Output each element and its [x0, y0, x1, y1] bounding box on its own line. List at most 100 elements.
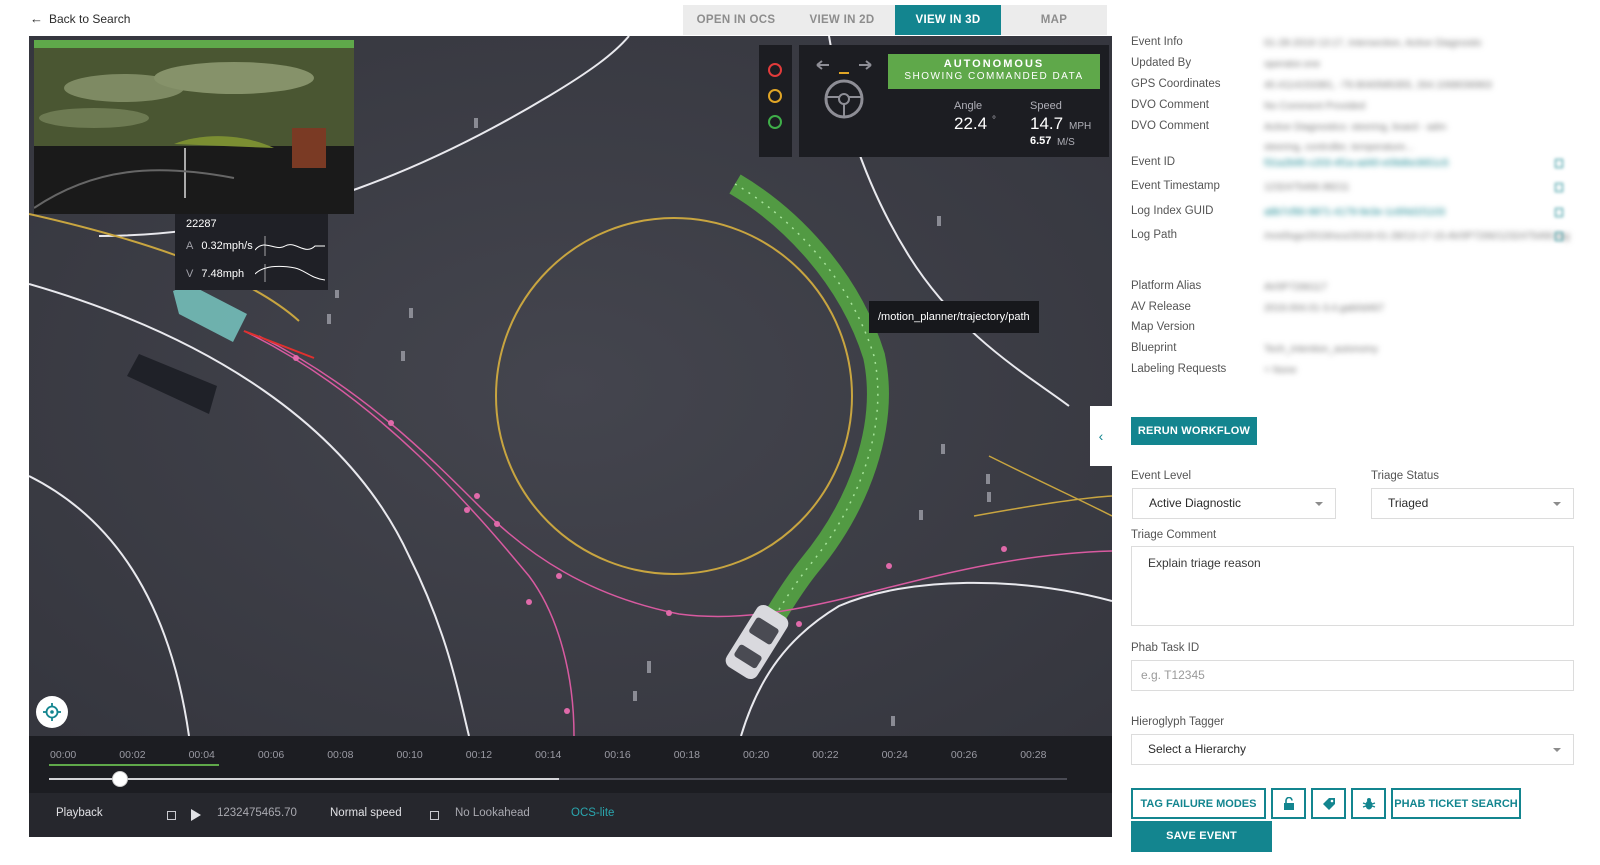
timeline-tick-label: 00:08	[327, 749, 354, 761]
info-label: Platform Alias	[1131, 280, 1202, 292]
info-value[interactable]: a8b7cf90-9971-4179-9e3e-1c6f4d1f1103	[1264, 207, 1445, 218]
triage-status-select[interactable]: Triaged	[1371, 488, 1574, 519]
info-label: Labeling Requests	[1131, 363, 1227, 375]
copy-icon[interactable]	[1555, 232, 1563, 241]
red-light-icon	[768, 63, 782, 77]
acceleration-key: A	[186, 240, 194, 252]
back-to-search-link[interactable]: ← Back to Search	[30, 11, 130, 26]
recenter-button[interactable]	[36, 696, 68, 728]
info-label: Map Version	[1131, 321, 1195, 333]
info-label: Event ID	[1131, 156, 1176, 168]
info-value: AV0P7266117	[1264, 282, 1328, 293]
collapse-panel-button[interactable]: ‹	[1090, 406, 1112, 466]
chevron-down-icon	[1553, 748, 1561, 752]
angle-label: Angle	[954, 100, 983, 112]
camera-image	[34, 48, 354, 214]
timeline-tick-label: 00:00	[50, 749, 77, 761]
playback-checkbox[interactable]	[167, 811, 176, 820]
playback-timestamp: 1232475465.70	[217, 807, 297, 819]
autonomy-mode-label: AUTONOMOUS	[943, 58, 1045, 70]
traffic-light-indicator	[759, 45, 792, 157]
tab-map[interactable]: MAP	[1001, 5, 1107, 35]
info-value[interactable]: f31a2b95-c203-4f1a-ad40-e09d6e3651c5	[1264, 158, 1449, 169]
object-metrics-panel: 22287 A 0.32mph/s V 7.48mph	[175, 214, 328, 290]
timeline-tick-label: 00:12	[465, 749, 493, 761]
info-label: AV Release	[1131, 301, 1191, 313]
event-level-value: Active Diagnostic	[1149, 496, 1242, 510]
timeline-tick-label: 00:24	[881, 749, 908, 761]
object-id: 22287	[186, 218, 217, 230]
view-tabs: OPEN IN OCS VIEW IN 2D VIEW IN 3D MAP	[683, 5, 1107, 35]
rerun-workflow-button[interactable]: RERUN WORKFLOW	[1131, 417, 1257, 445]
info-value: 2019.004.01-3.4.gab0d467	[1264, 303, 1385, 314]
bug-icon	[1362, 797, 1375, 809]
timeline-tick-label: 00:16	[604, 749, 631, 761]
info-label: Log Index GUID	[1131, 205, 1214, 217]
info-label: Log Path	[1131, 229, 1178, 241]
scene-viewport[interactable]: 22287 A 0.32mph/s V 7.48mph AUTONOMOUS S…	[29, 36, 1112, 736]
copy-icon[interactable]	[1555, 183, 1563, 192]
phab-ticket-search-button[interactable]: PHAB TICKET SEARCH	[1391, 788, 1521, 819]
copy-icon[interactable]	[1555, 208, 1563, 217]
triage-comment-textarea[interactable]: Explain triage reason	[1131, 546, 1574, 626]
save-event-button[interactable]: SAVE EVENT	[1131, 821, 1272, 852]
info-value: Tech_intention_autonomy	[1264, 344, 1378, 355]
timeline-tick-label: 00:02	[119, 749, 146, 761]
tab-open-in-ocs[interactable]: OPEN IN OCS	[683, 5, 789, 35]
triage-status-label: Triage Status	[1371, 470, 1439, 482]
timeline-tick-label: 00:20	[743, 749, 770, 761]
triage-status-value: Triaged	[1388, 496, 1429, 510]
green-light-icon	[768, 115, 782, 129]
chevron-left-icon: ‹	[1098, 428, 1104, 444]
info-value: + None	[1264, 365, 1297, 376]
timeline-handle[interactable]	[112, 771, 128, 787]
trajectory-tooltip: /motion_planner/trajectory/path	[869, 301, 1039, 333]
info-value: No Comment Provided	[1264, 101, 1366, 112]
chevron-down-icon	[1315, 502, 1323, 506]
tag-failure-modes-button[interactable]: TAG FAILURE MODES	[1131, 788, 1266, 819]
phab-task-input[interactable]: e.g. T12345	[1131, 660, 1574, 691]
info-value: /mnt/logs/2019/ocs/2019-01-28/13-17-15-A…	[1264, 231, 1570, 242]
camera-feed-thumbnail[interactable]	[34, 40, 354, 214]
speed-value: 14.7	[1030, 114, 1064, 133]
tab-view-in-2d[interactable]: VIEW IN 2D	[789, 5, 895, 35]
angle-unit: °	[992, 115, 996, 126]
tab-view-in-3d[interactable]: VIEW IN 3D	[895, 5, 1001, 35]
info-value: 40.4114153381, -79.9040585355, 264.10680…	[1264, 80, 1492, 91]
steering-wheel-icon	[816, 60, 872, 119]
lookahead-checkbox[interactable]	[430, 811, 439, 820]
hieroglyph-label: Hieroglyph Tagger	[1131, 716, 1225, 728]
hieroglyph-value: Select a Hierarchy	[1148, 742, 1247, 756]
info-value: 1232475466.98211	[1264, 182, 1350, 193]
info-label: DVO Comment	[1131, 99, 1209, 111]
timeline-tick-label: 00:18	[673, 749, 700, 761]
event-level-select[interactable]: Active Diagnostic	[1132, 488, 1336, 519]
playback-speed-selector[interactable]: Normal speed	[330, 807, 402, 819]
speed-ms-unit: M/S	[1057, 137, 1075, 148]
speed-label: Speed	[1030, 100, 1062, 112]
metric-sparklines	[255, 236, 325, 282]
arrow-left-icon: ←	[30, 11, 43, 26]
info-value: 01-28-2019 13:17, Intersection, Active D…	[1264, 38, 1482, 49]
velocity-key: V	[186, 268, 194, 280]
info-value: operator.one	[1264, 59, 1321, 70]
phab-task-label: Phab Task ID	[1131, 642, 1200, 654]
bug-report-button[interactable]	[1351, 788, 1386, 819]
unlock-button[interactable]	[1271, 788, 1306, 819]
tag-button[interactable]	[1311, 788, 1346, 819]
timeline-tick-label: 00:10	[396, 749, 423, 761]
velocity-row: V 7.48mph	[186, 268, 244, 280]
timeline-tick-label: 00:06	[257, 749, 285, 761]
ocs-lite-link[interactable]: OCS-lite	[571, 807, 614, 819]
info-label: Event Info	[1131, 36, 1183, 48]
velocity-value: 7.48mph	[201, 268, 245, 280]
play-icon[interactable]	[191, 809, 201, 821]
copy-icon[interactable]	[1555, 159, 1563, 168]
info-label: GPS Coordinates	[1131, 78, 1221, 90]
yellow-light-icon	[768, 89, 782, 103]
app-root: ← Back to Search OPEN IN OCS VIEW IN 2D …	[0, 0, 1600, 865]
acceleration-value: 0.32mph/s	[201, 240, 253, 252]
timeline-scrubber[interactable]: 00:00 00:02 00:04 00:06 00:08 00:10 00:12 00:14…	[29, 736, 1112, 793]
timeline-tick-label: 00:04	[188, 749, 215, 761]
hieroglyph-select[interactable]: Select a Hierarchy	[1131, 734, 1574, 765]
